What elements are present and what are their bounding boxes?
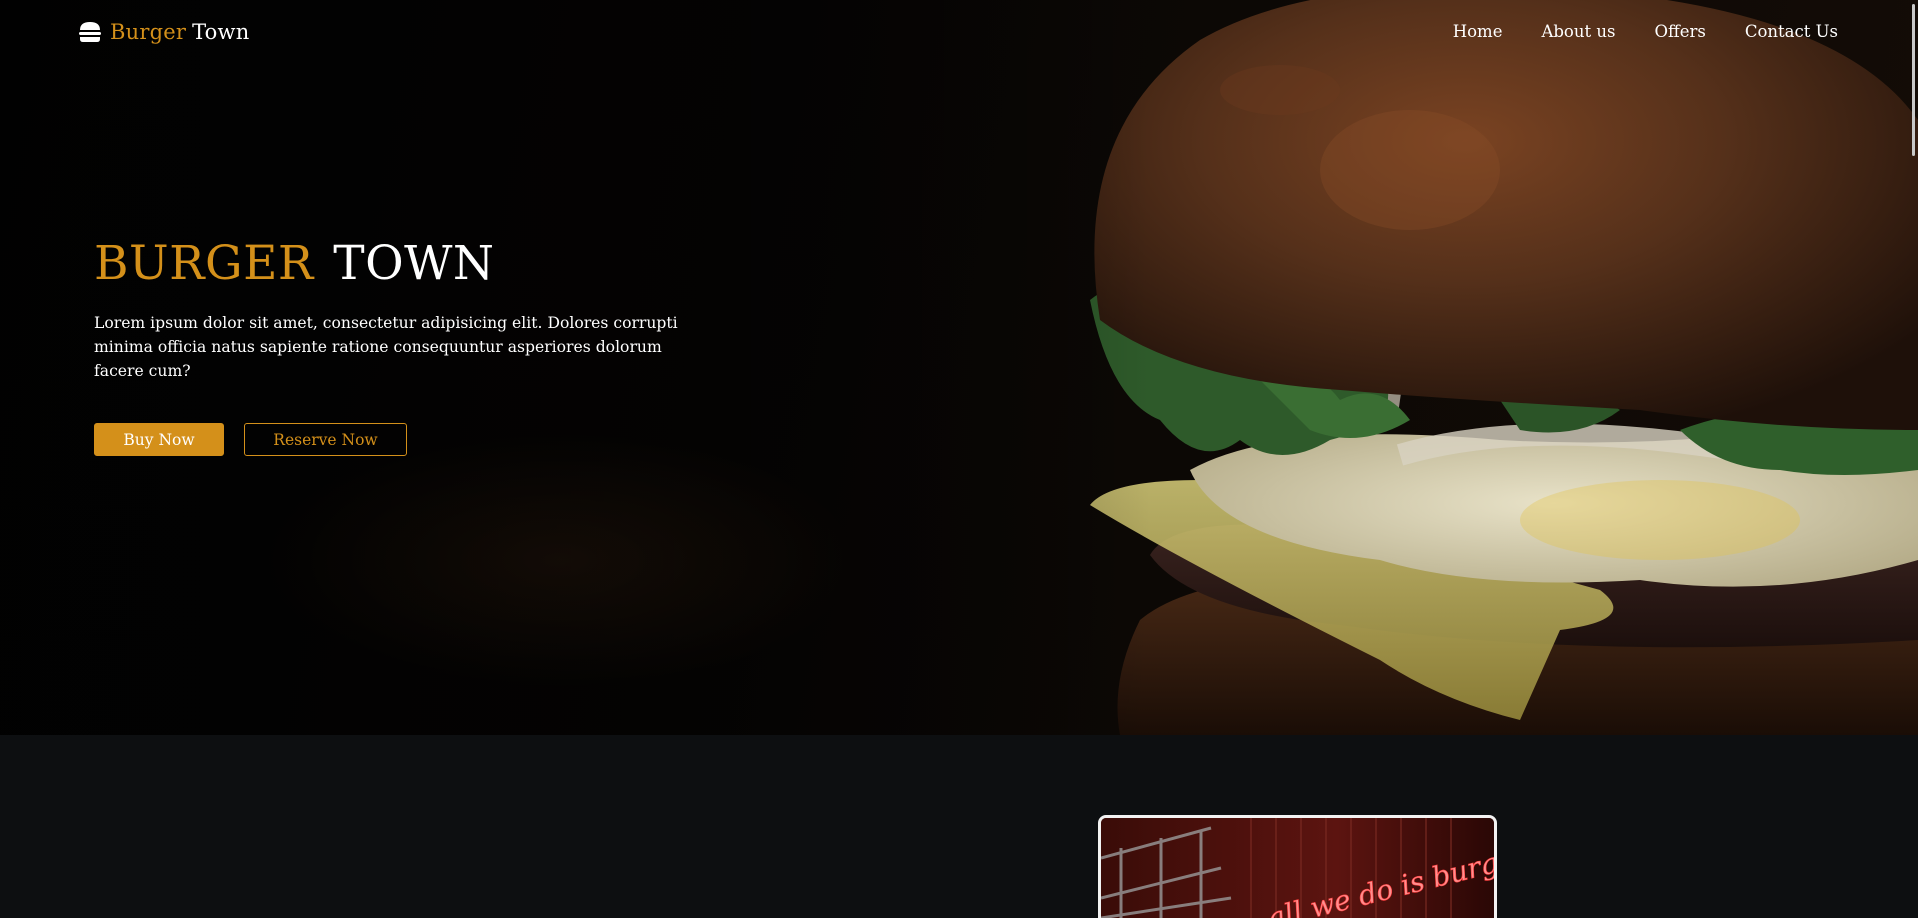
hero-title-first: BURGER [94,236,314,291]
brand-name-second: Town [192,20,250,44]
brand-name-first: Burger [110,20,187,44]
burger-icon [79,22,101,42]
hero-buttons: Buy Now Reserve Now [94,423,704,456]
page-scrollbar[interactable] [1912,4,1915,156]
restaurant-photo: all we do is burger [1098,815,1497,918]
about-section: all we do is burger [0,735,1918,918]
reserve-now-button[interactable]: Reserve Now [244,423,407,456]
nav-link-home[interactable]: Home [1453,22,1503,41]
nav-link-offers[interactable]: Offers [1654,22,1705,41]
hero-title-second: TOWN [333,236,495,291]
neon-sign-image: all we do is burger [1101,818,1494,918]
hero-description: Lorem ipsum dolor sit amet, consectetur … [94,314,678,380]
hero-title: BURGER TOWN [94,232,704,296]
nav-link-contact[interactable]: Contact Us [1745,22,1838,41]
nav-links: Home About us Offers Contact Us [1414,22,1838,41]
hero-content: BURGER TOWN Lorem ipsum dolor sit amet, … [94,232,704,456]
navbar: Burger Town Home About us Offers Contact… [0,0,1918,70]
brand-logo[interactable]: Burger Town [78,20,249,44]
nav-link-about[interactable]: About us [1541,22,1615,41]
landing-page: Burger Town Home About us Offers Contact… [0,0,1918,918]
buy-now-button[interactable]: Buy Now [94,423,224,456]
hero-section: Burger Town Home About us Offers Contact… [0,0,1918,735]
